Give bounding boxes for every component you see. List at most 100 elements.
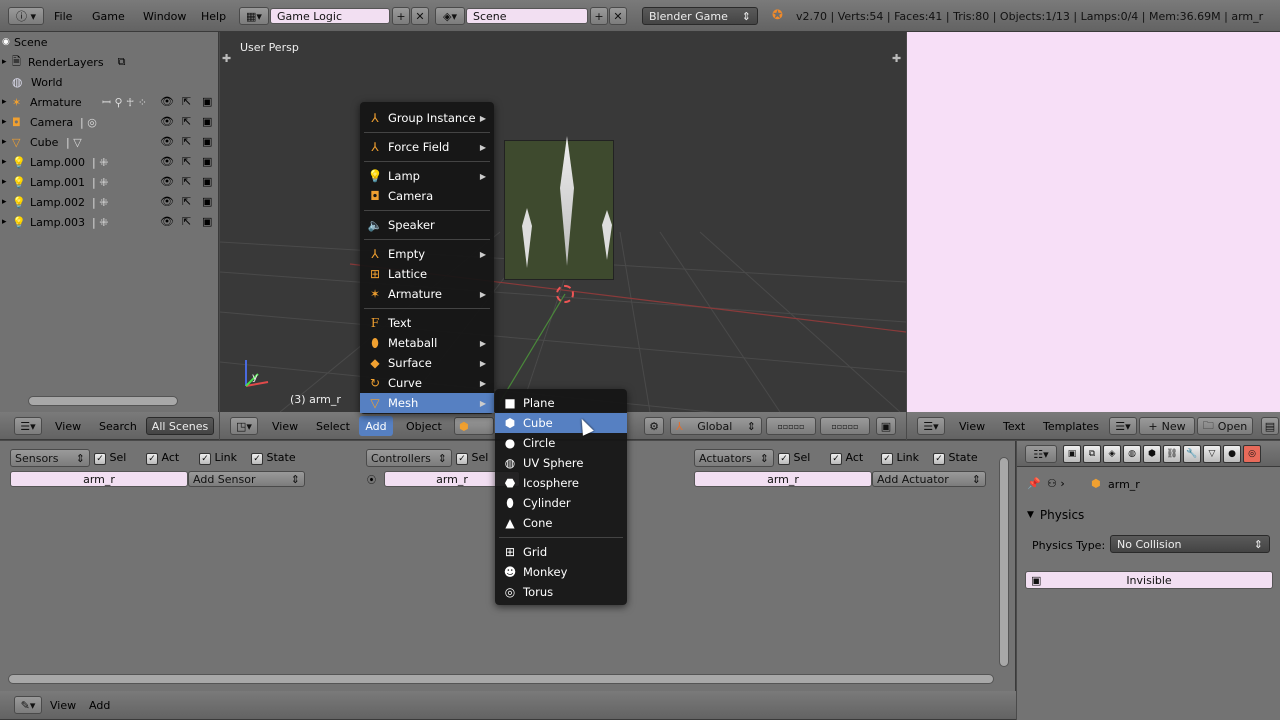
eye-icon[interactable]: 👁: [160, 115, 174, 128]
render-icon[interactable]: ▣: [202, 215, 212, 228]
controllers-select[interactable]: Controllers ⇕: [366, 449, 452, 467]
screen-layout-field[interactable]: Game Logic: [270, 8, 390, 24]
physics-type-select[interactable]: No Collision ⇕: [1110, 535, 1270, 553]
object-tab-icon[interactable]: ⬢: [1143, 445, 1161, 463]
cursor-icon[interactable]: ⇱: [182, 115, 191, 128]
controller-state-dot-icon[interactable]: ⦿: [367, 473, 376, 486]
text-browse-button[interactable]: ☰▾: [1109, 417, 1137, 435]
add-menu-text[interactable]: F Text: [360, 313, 494, 333]
mesh-menu-plane[interactable]: ■ Plane: [495, 393, 627, 413]
cursor-icon[interactable]: ⇱: [182, 155, 191, 168]
add-menu-metaball[interactable]: ⬮ Metaball ▶: [360, 333, 494, 353]
physics-tab-icon[interactable]: ◎: [1243, 445, 1261, 463]
text-more-button[interactable]: ▤: [1261, 417, 1279, 435]
transform-orientation-select[interactable]: ⅄ Global ⇕: [670, 417, 762, 435]
add-menu-curve[interactable]: ↻ Curve ▶: [360, 373, 494, 393]
engine-select[interactable]: Blender Game ⇕: [642, 7, 758, 25]
add-menu-surface[interactable]: ◆ Surface ▶: [360, 353, 494, 373]
outliner-scrollbar[interactable]: [28, 396, 178, 406]
viewport-editor-type-button[interactable]: ◳▾: [230, 417, 258, 435]
menu-file[interactable]: File: [54, 10, 72, 23]
text-editor-type-button[interactable]: ☰▾: [917, 417, 945, 435]
remove-screen-button[interactable]: ✕: [411, 7, 429, 25]
logic-editor-type-button[interactable]: ✎▾: [14, 696, 42, 714]
3d-viewport[interactable]: User Persp (3) arm_r y ✚ ✚: [220, 32, 906, 412]
remove-scene-button[interactable]: ✕: [609, 7, 627, 25]
layers-grid-left[interactable]: ▫▫▫▫▫: [766, 417, 816, 435]
modifiers-tab-icon[interactable]: 🔧: [1183, 445, 1201, 463]
render-icon[interactable]: ▣: [202, 135, 212, 148]
menu-help[interactable]: Help: [201, 10, 226, 23]
cursor-icon[interactable]: ⇱: [182, 135, 191, 148]
eye-icon[interactable]: 👁: [160, 95, 174, 108]
cursor-icon[interactable]: ⇱: [182, 175, 191, 188]
outliner-row-renderlayers[interactable]: ▸ 🗎 RenderLayers ⧉: [0, 52, 219, 72]
sensors-act-checkbox[interactable]: ✓ Act: [146, 451, 179, 465]
logic-view-menu[interactable]: View: [50, 699, 76, 712]
add-menu-lattice[interactable]: ⊞ Lattice: [360, 264, 494, 284]
viewport-corner-plus-right[interactable]: ✚: [892, 52, 901, 65]
layers-tab-icon[interactable]: ⧉: [1083, 445, 1101, 463]
viewport-corner-plus-left[interactable]: ✚: [222, 52, 231, 65]
eye-icon[interactable]: 👁: [160, 215, 174, 228]
text-templates-menu[interactable]: Templates: [1043, 420, 1099, 433]
render-icon[interactable]: ▣: [202, 115, 212, 128]
mesh-menu-grid[interactable]: ⊞ Grid: [495, 542, 627, 562]
outliner-editor-type-button[interactable]: ☰▾: [14, 417, 42, 435]
actuators-object-field[interactable]: arm_r: [694, 471, 872, 487]
mode-select[interactable]: ⬢: [454, 417, 494, 435]
cube-object[interactable]: [504, 140, 614, 280]
eye-icon[interactable]: 👁: [160, 175, 174, 188]
add-menu-lamp[interactable]: 💡 Lamp ▶: [360, 166, 494, 186]
screen-layout-icon[interactable]: ▦▾: [239, 7, 269, 25]
outliner-row-scene[interactable]: ◉ Scene: [0, 32, 219, 52]
add-sensor-select[interactable]: Add Sensor ⇕: [188, 471, 305, 487]
add-menu-armature[interactable]: ✶ Armature ▶: [360, 284, 494, 304]
render-icon[interactable]: ▣: [202, 155, 212, 168]
add-menu-group-instance[interactable]: ⅄ Group Instance ▶: [360, 108, 494, 128]
actuators-sel-checkbox[interactable]: ✓ Sel: [778, 451, 810, 465]
mesh-menu-cone[interactable]: ▲ Cone: [495, 513, 627, 533]
eye-icon[interactable]: 👁: [160, 135, 174, 148]
text-text-menu[interactable]: Text: [1003, 420, 1025, 433]
viewport-view-menu[interactable]: View: [272, 420, 298, 433]
eye-icon[interactable]: 👁: [160, 155, 174, 168]
render-layer-toggle-icon[interactable]: ⧉: [118, 55, 126, 69]
add-screen-button[interactable]: +: [392, 7, 410, 25]
actuators-select[interactable]: Actuators ⇕: [694, 449, 774, 467]
physics-panel-header[interactable]: ▼ Physics: [1023, 504, 1273, 526]
outliner-display-mode-select[interactable]: All Scenes: [146, 417, 214, 435]
menu-window[interactable]: Window: [143, 10, 186, 23]
mesh-menu-torus[interactable]: ◎ Torus: [495, 582, 627, 602]
outliner-search-menu[interactable]: Search: [99, 420, 137, 433]
add-actuator-select[interactable]: Add Actuator ⇕: [872, 471, 986, 487]
logic-horizontal-scrollbar[interactable]: [8, 674, 994, 684]
mesh-menu-monkey[interactable]: ☻ Monkey: [495, 562, 627, 582]
sensors-state-checkbox[interactable]: ✓ State: [251, 451, 296, 465]
invisible-toggle[interactable]: ▣ Invisible: [1025, 571, 1273, 589]
add-menu-speaker[interactable]: 🔈 Speaker: [360, 215, 494, 235]
constraints-tab-icon[interactable]: ⛓: [1163, 445, 1181, 463]
render-tab-icon[interactable]: ▣: [1063, 445, 1081, 463]
properties-editor-type-button[interactable]: ☷▾: [1025, 445, 1057, 463]
cursor-icon[interactable]: ⇱: [182, 195, 191, 208]
eye-icon[interactable]: 👁: [160, 195, 174, 208]
text-new-button[interactable]: + New: [1139, 417, 1195, 435]
mesh-menu-icosphere[interactable]: ⬣ Icosphere: [495, 473, 627, 493]
mesh-menu-cylinder[interactable]: ⬮ Cylinder: [495, 493, 627, 513]
render-icon[interactable]: ▣: [202, 175, 212, 188]
world-tab-icon[interactable]: ◍: [1123, 445, 1141, 463]
text-view-menu[interactable]: View: [959, 420, 985, 433]
scene-field[interactable]: Scene: [466, 8, 588, 24]
render-icon[interactable]: ▣: [202, 95, 212, 108]
outliner-row-world[interactable]: ◍ World: [0, 72, 219, 92]
data-tab-icon[interactable]: ▽: [1203, 445, 1221, 463]
scene-icon[interactable]: ◈▾: [435, 7, 465, 25]
sensors-object-field[interactable]: arm_r: [10, 471, 188, 487]
sensors-select[interactable]: Sensors ⇕: [10, 449, 90, 467]
3d-cursor-icon[interactable]: [556, 285, 574, 303]
controllers-sel-checkbox[interactable]: ✓ Sel: [456, 451, 488, 465]
mesh-menu-uv-sphere[interactable]: ◍ UV Sphere: [495, 453, 627, 473]
lock-camera-button[interactable]: ▣: [876, 417, 896, 435]
actuators-state-checkbox[interactable]: ✓ State: [933, 451, 978, 465]
